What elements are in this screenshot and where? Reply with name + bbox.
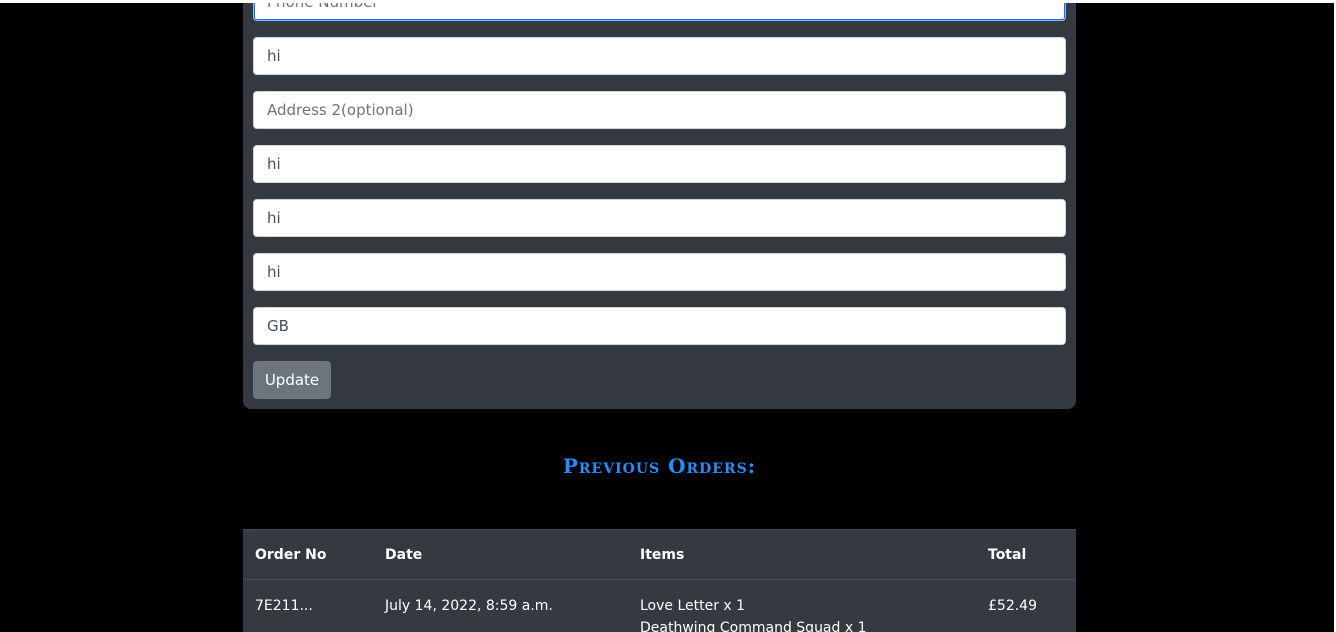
column-header-items: Items: [628, 529, 976, 580]
column-header-total: Total: [976, 529, 1076, 580]
page: Update Previous Orders: Order No Date It…: [0, 0, 1336, 632]
order-items: Love Letter x 1 Deathwing Command Squad …: [628, 580, 976, 632]
phone-number-field[interactable]: [253, 0, 1066, 21]
county-field[interactable]: [253, 199, 1066, 237]
orders-header-row: Order No Date Items Total: [243, 529, 1076, 580]
order-total: £52.49: [988, 598, 1037, 614]
country-field[interactable]: [253, 307, 1066, 345]
postcode-field[interactable]: [253, 253, 1066, 291]
previous-orders-heading: Previous Orders:: [562, 454, 757, 478]
table-row: 7E211... July 14, 2022, 8:59 a.m. Love L…: [243, 580, 1076, 632]
order-number-link[interactable]: 7E211...: [243, 580, 373, 632]
town-field[interactable]: [253, 145, 1066, 183]
update-button[interactable]: Update: [253, 361, 331, 399]
viewport-top-edge: [0, 0, 1336, 3]
column-header-date: Date: [373, 529, 628, 580]
order-date: July 14, 2022, 8:59 a.m.: [385, 598, 553, 614]
address-line-2-field[interactable]: [253, 91, 1066, 129]
column-header-order-no: Order No: [243, 529, 373, 580]
order-item: Love Letter x 1: [640, 598, 746, 614]
order-item: Deathwing Command Squad x 1: [640, 620, 867, 632]
orders-table: Order No Date Items Total 7E211... July …: [243, 529, 1076, 632]
address-line-1-field[interactable]: [253, 37, 1066, 75]
